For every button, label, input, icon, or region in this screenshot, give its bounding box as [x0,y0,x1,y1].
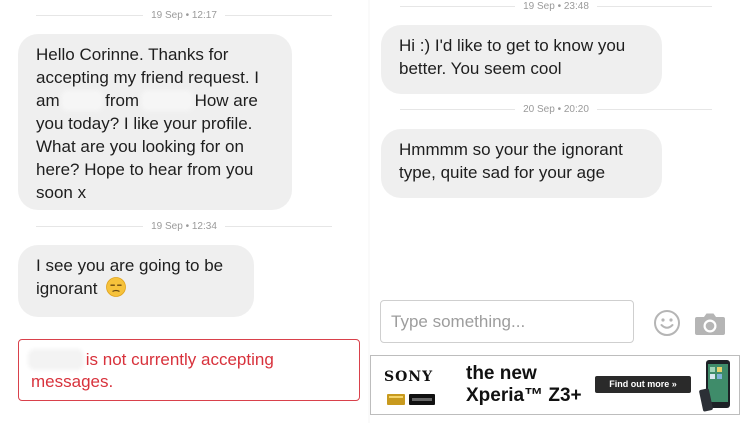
received-message-bubble: Hello Corinne. Thanks for accepting my f… [18,34,292,210]
ad-headline: the new [466,363,537,384]
redacted-name [64,93,101,108]
message-line: I see you are going to be [36,256,224,275]
message-line: soon x [36,183,87,202]
message-line: am from How are [36,91,258,110]
ad-product-name: Xperia™ Z3+ [466,385,582,406]
smiley-icon[interactable] [653,309,681,337]
redacted-name [31,352,81,367]
redacted-location [143,93,190,108]
message-line: type, quite sad for your age [399,163,606,182]
message-line: What are you looking for on [36,137,244,156]
message-line: accepting my friend request. I [36,68,260,87]
unamused-face-icon [106,277,127,297]
timestamp-divider: 20 Sep • 20:20 [400,104,712,115]
timestamp: 19 Sep • 12:34 [151,221,217,232]
timestamp-divider: 19 Sep • 12:17 [36,10,332,21]
message-line: Hi :) I'd like to get to know you [399,36,626,55]
message-line: Hello Corinne. Thanks for [36,45,229,64]
message-line: here? Hope to hear from you [36,160,254,179]
not-accepting-messages-notice: is not currently accepting messages. [18,339,360,401]
ad-partner-logos-icon [387,394,435,405]
received-message-bubble: Hi :) I'd like to get to know you better… [381,25,662,94]
timestamp: 19 Sep • 23:48 [523,1,589,12]
message-line: Hmmmm so your the ignorant [399,140,623,159]
received-message-bubble: I see you are going to be ignorant [18,245,254,317]
message-line: better. You seem cool [399,59,562,78]
left-conversation-pane: 19 Sep • 12:17 Hello Corinne. Thanks for… [0,0,368,423]
camera-icon[interactable] [694,311,726,337]
timestamp-divider: 19 Sep • 12:34 [36,221,332,232]
timestamp: 20 Sep • 20:20 [523,104,589,115]
right-conversation-pane: 19 Sep • 23:48 Hi :) I'd like to get to … [370,0,750,423]
find-out-more-button[interactable]: Find out more » [595,376,691,393]
timestamp-divider: 19 Sep • 23:48 [400,1,712,12]
sony-xperia-ad-banner[interactable]: SONY the new Xperia™ Z3+ Find out more » [370,355,740,415]
timestamp: 19 Sep • 12:17 [151,10,217,21]
sony-logo: SONY [384,369,434,385]
message-input[interactable] [380,300,634,343]
message-line: you today? I like your profile. [36,114,253,133]
xperia-phone-icon [699,360,730,412]
message-line: ignorant [36,277,236,300]
received-message-bubble: Hmmmm so your the ignorant type, quite s… [381,129,662,198]
